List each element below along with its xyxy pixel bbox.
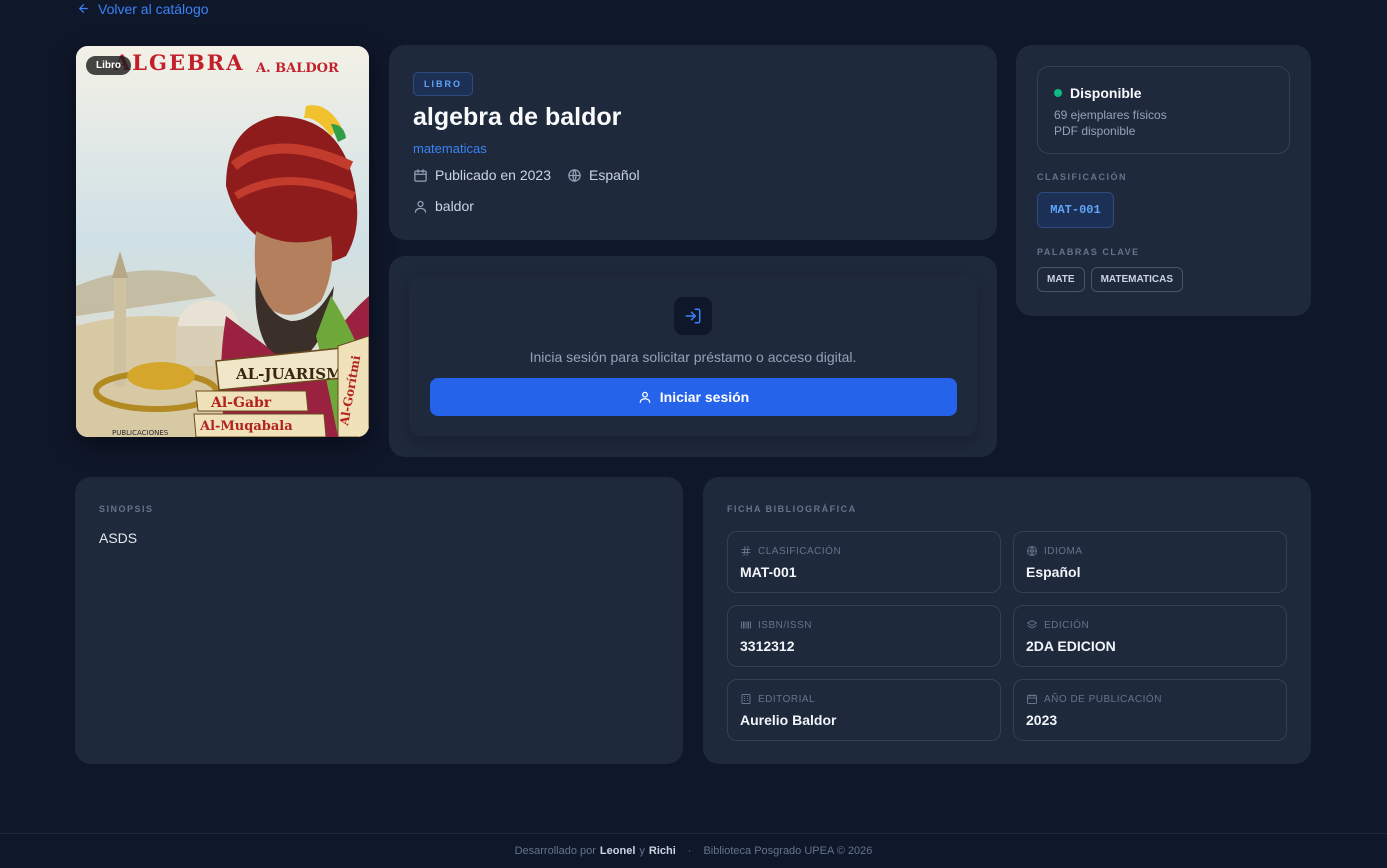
ficha-label: FICHA BIBLIOGRÁFICA bbox=[727, 504, 857, 514]
sinopsis-label: SINOPSIS bbox=[99, 504, 154, 514]
ficha-field-value: Aurelio Baldor bbox=[740, 712, 837, 728]
back-to-catalog-link[interactable]: Volver al catálogo bbox=[77, 0, 209, 17]
subject-link[interactable]: matematicas bbox=[413, 141, 487, 156]
ficha-field-value: MAT-001 bbox=[740, 564, 797, 580]
login-icon-box bbox=[674, 297, 712, 335]
login-panel: Inicia sesión para solicitar préstamo o … bbox=[410, 277, 976, 436]
user-icon bbox=[414, 200, 427, 213]
cover-title-text: ALGEBRA bbox=[113, 50, 245, 75]
publication-meta-row: Publicado en 2023 Español bbox=[413, 167, 640, 183]
status-label: Disponible bbox=[1070, 85, 1142, 101]
keywords-label: PALABRAS CLAVE bbox=[1037, 247, 1140, 257]
footer-dev-1: Leonel bbox=[599, 845, 636, 857]
ficha-field-value: Español bbox=[1026, 564, 1081, 580]
bibliographic-card: FICHA BIBLIOGRÁFICA CLASIFICACIÓN MAT-00… bbox=[703, 477, 1311, 764]
globe-icon bbox=[1027, 546, 1037, 556]
footer-credit: Biblioteca Posgrado UPEA © 2026 bbox=[703, 845, 873, 857]
cover-author-text: A. BALDOR bbox=[255, 61, 339, 76]
ficha-field-label: EDITORIAL bbox=[758, 693, 816, 705]
cover-scroll-text-1: Al-Gabr bbox=[210, 395, 272, 411]
footer-dev-2: Richi bbox=[648, 845, 676, 857]
sinopsis-card: SINOPSIS ASDS bbox=[75, 477, 683, 764]
footer-conj: y bbox=[639, 845, 645, 857]
keywords-list: MATE MATEMATICAS bbox=[1037, 267, 1183, 292]
availability-box: Disponible 69 ejemplares físicos PDF dis… bbox=[1037, 66, 1290, 154]
calendar-icon bbox=[1027, 694, 1037, 704]
cover-type-badge: Libro bbox=[86, 56, 131, 75]
copies-count: 69 ejemplares físicos bbox=[1054, 108, 1167, 122]
ficha-field-label: AÑO DE PUBLICACIÓN bbox=[1044, 693, 1162, 705]
footer: Desarrollado por Leonel y Richi · Biblio… bbox=[0, 833, 1387, 868]
ficha-field-edition: EDICIÓN 2DA EDICION bbox=[1013, 605, 1287, 667]
ficha-field-language: IDIOMA Español bbox=[1013, 531, 1287, 593]
ficha-field-value: 2023 bbox=[1026, 712, 1058, 728]
author-row: baldor bbox=[413, 198, 474, 214]
pdf-status: PDF disponible bbox=[1054, 124, 1136, 138]
keyword-chip[interactable]: MATE bbox=[1037, 267, 1085, 292]
hash-icon bbox=[741, 546, 751, 556]
footer-separator: · bbox=[687, 845, 692, 857]
published-year: Publicado en 2023 bbox=[413, 167, 551, 183]
author: baldor bbox=[413, 198, 474, 214]
login-button-label: Iniciar sesión bbox=[659, 389, 750, 405]
language: Español bbox=[567, 167, 640, 183]
cover-publisher-text: PUBLICACIONES bbox=[112, 429, 169, 437]
sinopsis-text: ASDS bbox=[99, 530, 138, 546]
ficha-field-classification: CLASIFICACIÓN MAT-001 bbox=[727, 531, 1001, 593]
ficha-field-label: IDIOMA bbox=[1044, 545, 1083, 557]
back-link-label: Volver al catálogo bbox=[98, 0, 209, 17]
language-label: Español bbox=[589, 167, 640, 183]
globe-icon bbox=[568, 168, 581, 182]
status-dot bbox=[1054, 89, 1062, 97]
ficha-field-label: ISBN/ISSN bbox=[758, 619, 812, 631]
classification-chip: MAT-001 bbox=[1037, 192, 1114, 228]
ficha-field-label: CLASIFICACIÓN bbox=[758, 545, 842, 557]
barcode-icon bbox=[741, 621, 751, 629]
keyword-chip[interactable]: MATEMATICAS bbox=[1090, 267, 1183, 292]
book-title: algebra de baldor bbox=[413, 103, 622, 131]
classification-label: CLASIFICACIÓN bbox=[1037, 172, 1127, 182]
cover-scroll-text-2: Al-Muqabala bbox=[199, 419, 293, 434]
user-icon bbox=[639, 391, 651, 403]
book-cover: AL-JUARISMI Al-Gabr Al-Muqabala Al-Gorít… bbox=[76, 46, 369, 437]
cover-banner-text: AL-JUARISMI bbox=[235, 365, 350, 383]
ficha-field-value: 2DA EDICION bbox=[1026, 638, 1116, 654]
arrow-left-icon bbox=[79, 4, 88, 13]
calendar-icon bbox=[414, 168, 427, 182]
login-card: Inicia sesión para solicitar préstamo o … bbox=[389, 256, 997, 457]
type-badge: LIBRO bbox=[413, 72, 473, 96]
availability-card: Disponible 69 ejemplares físicos PDF dis… bbox=[1016, 45, 1311, 316]
layers-icon bbox=[1027, 620, 1037, 629]
cover-illustration: AL-JUARISMI Al-Gabr Al-Muqabala Al-Gorít… bbox=[76, 46, 369, 437]
login-icon bbox=[685, 308, 701, 324]
ficha-field-label: EDICIÓN bbox=[1044, 619, 1090, 631]
author-label: baldor bbox=[435, 198, 474, 214]
availability-status: Disponible bbox=[1054, 85, 1142, 101]
ficha-grid: CLASIFICACIÓN MAT-001 IDIOMA Español ISB… bbox=[727, 531, 1287, 741]
ficha-field-value: 3312312 bbox=[740, 638, 795, 654]
book-info-card: LIBRO algebra de baldor matematicas Publ… bbox=[389, 45, 997, 240]
login-message: Inicia sesión para solicitar préstamo o … bbox=[529, 349, 857, 365]
footer-prefix: Desarrollado por bbox=[514, 845, 596, 857]
login-button[interactable]: Iniciar sesión bbox=[430, 378, 957, 416]
ficha-field-year: AÑO DE PUBLICACIÓN 2023 bbox=[1013, 679, 1287, 741]
ficha-field-publisher: EDITORIAL Aurelio Baldor bbox=[727, 679, 1001, 741]
building-icon bbox=[741, 694, 751, 704]
published-label: Publicado en 2023 bbox=[435, 167, 551, 183]
ficha-field-isbn: ISBN/ISSN 3312312 bbox=[727, 605, 1001, 667]
